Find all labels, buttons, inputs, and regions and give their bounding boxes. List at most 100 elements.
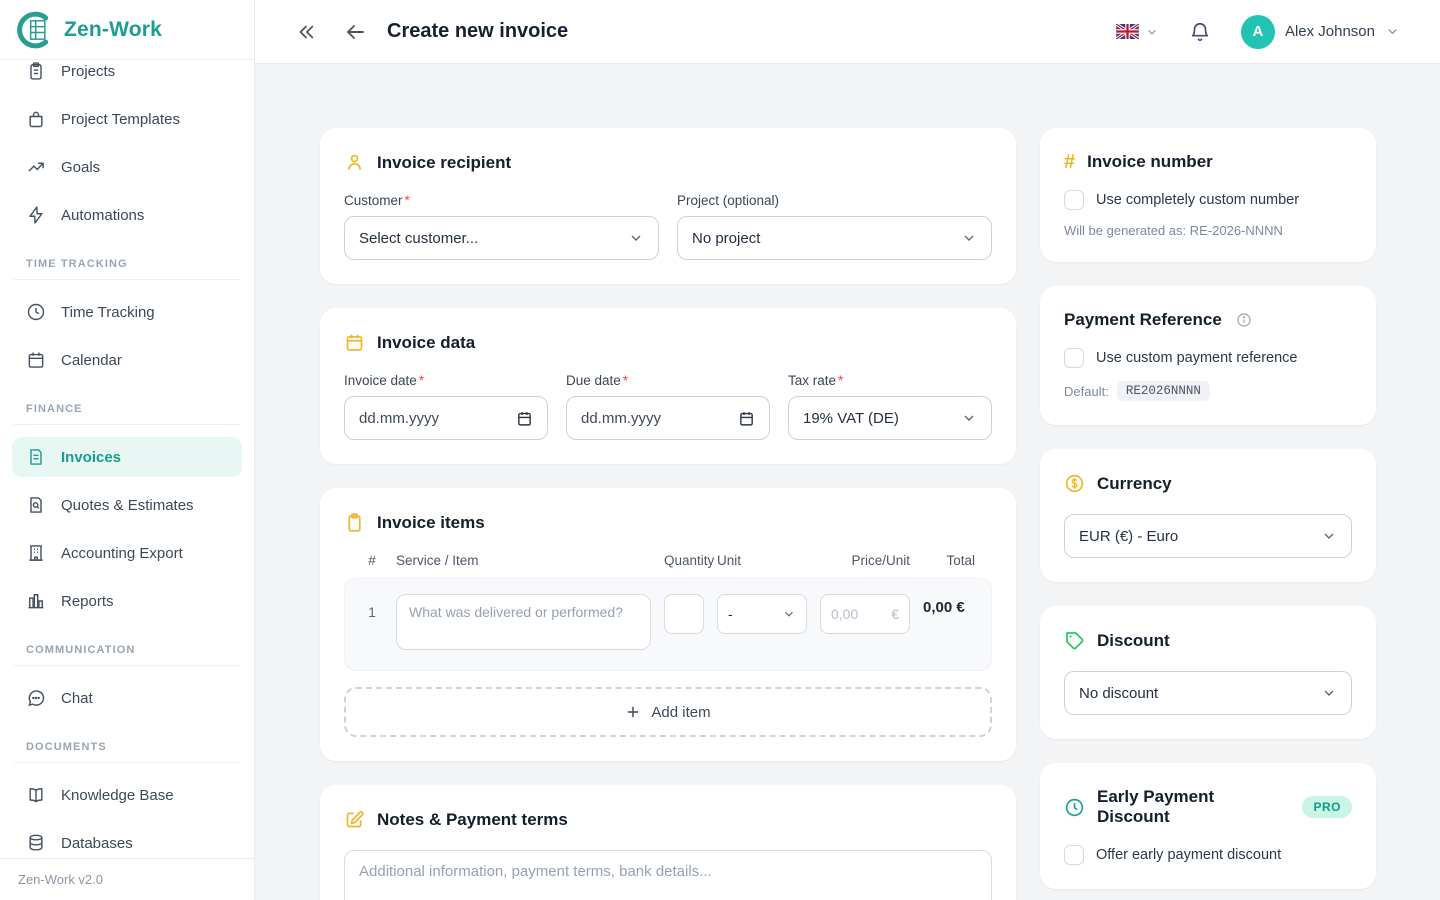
invoice-icon	[26, 447, 46, 467]
invoice-item-row: 1 - 0,00	[344, 578, 992, 671]
sidebar-item-project-templates[interactable]: Project Templates	[12, 99, 242, 139]
sidebar-item-label: Accounting Export	[61, 545, 183, 562]
language-switcher[interactable]	[1116, 24, 1159, 39]
service-item-input[interactable]	[396, 594, 651, 650]
divider	[14, 424, 240, 425]
project-select[interactable]: No project	[677, 216, 992, 260]
person-icon	[344, 152, 365, 173]
card-title: Invoice data	[377, 333, 475, 353]
tax-rate-select[interactable]: 19% VAT (DE)	[788, 396, 992, 440]
divider	[14, 665, 240, 666]
add-item-button[interactable]: Add item	[344, 687, 992, 737]
project-label: Project (optional)	[677, 193, 992, 208]
collapse-sidebar-button[interactable]	[289, 15, 323, 49]
discount-select[interactable]: No discount	[1064, 671, 1352, 715]
clock-icon	[1064, 797, 1085, 818]
info-icon[interactable]	[1236, 312, 1252, 328]
topbar: Create new invoice	[255, 0, 1440, 64]
sidebar-item-label: Chat	[61, 690, 93, 707]
invoice-date-label: Invoice date*	[344, 373, 548, 388]
sidebar-item-label: Databases	[61, 835, 133, 852]
sidebar-item-chat[interactable]: Chat	[12, 678, 242, 718]
col-unit: Unit	[717, 553, 807, 568]
quantity-input[interactable]	[664, 594, 704, 634]
sidebar-item-automations[interactable]: Automations	[12, 195, 242, 235]
col-quantity: Quantity	[664, 553, 704, 568]
chat-icon	[26, 688, 46, 708]
sidebar-nav: Projects Project Templates Goals Automat…	[0, 60, 254, 858]
edit-icon	[344, 809, 365, 830]
sidebar-item-invoices[interactable]: Invoices	[12, 437, 242, 477]
divider	[14, 279, 240, 280]
chevron-down-icon	[628, 230, 644, 246]
zen-work-logo-icon	[14, 10, 54, 50]
tag-icon	[1064, 630, 1085, 651]
sidebar-item-time-tracking[interactable]: Time Tracking	[12, 292, 242, 332]
clock-icon	[26, 302, 46, 322]
chevrons-left-icon	[295, 21, 317, 43]
sidebar-item-databases[interactable]: Databases	[12, 823, 242, 858]
trend-up-icon	[26, 157, 46, 177]
checkbox[interactable]	[1064, 190, 1084, 210]
sidebar-item-knowledge-base[interactable]: Knowledge Base	[12, 775, 242, 815]
clipboard-icon	[344, 512, 365, 533]
card-title: Early Payment Discount	[1097, 787, 1290, 827]
coin-icon	[1064, 473, 1085, 494]
card-title: Notes & Payment terms	[377, 810, 568, 830]
custom-number-checkbox-row[interactable]: Use completely custom number	[1064, 190, 1352, 210]
col-total: Total	[923, 553, 975, 568]
due-date-input[interactable]: dd.mm.yyyy	[566, 396, 770, 440]
items-table-header: # Service / Item Quantity Unit Price/Uni…	[344, 553, 992, 578]
user-menu[interactable]: A Alex Johnson	[1241, 15, 1400, 49]
currency-select[interactable]: EUR (€) - Euro	[1064, 514, 1352, 558]
card-title: Invoice recipient	[377, 153, 511, 173]
calendar-icon	[344, 332, 365, 353]
hash-icon: #	[1064, 152, 1075, 172]
chevron-down-icon	[1321, 528, 1337, 544]
sidebar-section-finance: FINANCE	[12, 388, 242, 424]
uk-flag-icon	[1116, 24, 1139, 39]
payment-reference-card: Payment Reference Use custom payment ref…	[1040, 286, 1376, 425]
chevron-down-icon	[1321, 685, 1337, 701]
avatar: A	[1241, 15, 1275, 49]
notes-card: Notes & Payment terms	[320, 785, 1016, 900]
checkbox[interactable]	[1064, 845, 1084, 865]
invoice-number-card: # Invoice number Use completely custom n…	[1040, 128, 1376, 262]
card-title: Invoice items	[377, 513, 485, 533]
notes-input[interactable]	[344, 850, 992, 900]
col-price: Price/Unit	[820, 553, 910, 568]
sidebar-item-label: Automations	[61, 207, 144, 224]
sidebar-item-calendar[interactable]: Calendar	[12, 340, 242, 380]
price-input[interactable]: 0,00 €	[820, 594, 910, 634]
chevron-down-icon	[782, 607, 796, 621]
sidebar-item-label: Project Templates	[61, 111, 180, 128]
unit-select[interactable]: -	[717, 594, 807, 634]
customer-select[interactable]: Select customer...	[344, 216, 659, 260]
invoice-date-input[interactable]: dd.mm.yyyy	[344, 396, 548, 440]
user-name: Alex Johnson	[1285, 23, 1375, 40]
sidebar-item-accounting-export[interactable]: Accounting Export	[12, 533, 242, 573]
sidebar-item-goals[interactable]: Goals	[12, 147, 242, 187]
line-total: 0,00 €	[923, 594, 975, 618]
invoice-items-card: Invoice items # Service / Item Quantity …	[320, 488, 1016, 761]
currency-card: Currency EUR (€) - Euro	[1040, 449, 1376, 582]
sidebar-item-reports[interactable]: Reports	[12, 581, 242, 621]
sidebar-item-projects[interactable]: Projects	[12, 60, 242, 91]
checkbox[interactable]	[1064, 348, 1084, 368]
card-title: Payment Reference	[1064, 310, 1222, 330]
reference-default-row: Default: RE2026NNNN	[1064, 381, 1352, 401]
notifications-button[interactable]	[1183, 15, 1217, 49]
early-discount-checkbox-row[interactable]: Offer early payment discount	[1064, 845, 1352, 865]
chevron-down-icon	[1145, 25, 1159, 39]
sidebar: Zen-Work Projects Project Templates Goal…	[0, 0, 255, 900]
back-button[interactable]	[337, 14, 373, 50]
sidebar-item-label: Quotes & Estimates	[61, 497, 194, 514]
sidebar-item-label: Invoices	[61, 449, 121, 466]
sidebar-item-quotes-estimates[interactable]: Quotes & Estimates	[12, 485, 242, 525]
sidebar-item-label: Calendar	[61, 352, 122, 369]
card-title: Discount	[1097, 631, 1170, 651]
card-title: Currency	[1097, 474, 1172, 494]
custom-reference-checkbox-row[interactable]: Use custom payment reference	[1064, 348, 1352, 368]
app-logo: Zen-Work	[0, 0, 254, 60]
arrow-left-icon	[343, 20, 367, 44]
